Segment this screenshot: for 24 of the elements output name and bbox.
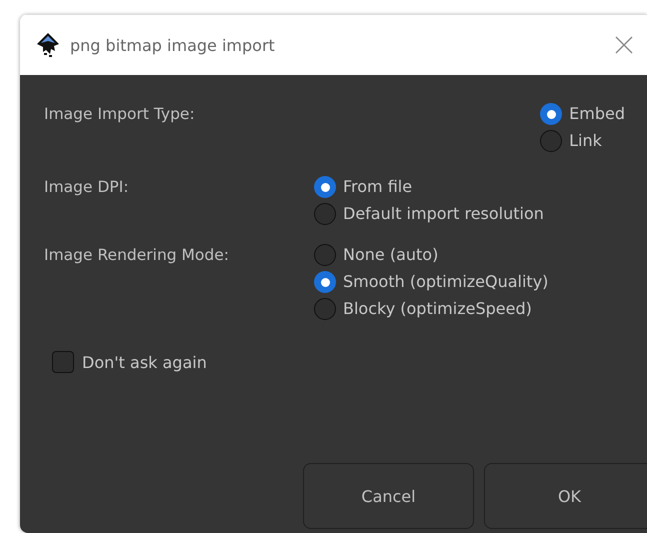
radio-button[interactable] — [314, 244, 336, 266]
radio-option[interactable]: Embed — [540, 103, 625, 125]
radio-option[interactable]: None (auto) — [314, 244, 625, 266]
window-title: png bitmap image import — [70, 36, 276, 54]
radio-button[interactable] — [314, 298, 336, 320]
radio-option[interactable]: Link — [540, 130, 625, 152]
option-label: Image DPI: — [44, 177, 130, 198]
radio-option[interactable]: Blocky (optimizeSpeed) — [314, 298, 625, 320]
ok-button[interactable]: OK — [484, 463, 647, 529]
radio-button[interactable] — [540, 130, 562, 152]
radio-option[interactable]: Smooth (optimizeQuality) — [314, 271, 625, 293]
radio-button[interactable] — [314, 203, 336, 225]
app-logo-icon — [36, 32, 60, 58]
radio-button[interactable] — [314, 271, 336, 293]
checkbox[interactable] — [52, 351, 74, 373]
option-label: Image Rendering Mode: — [44, 245, 230, 266]
radio-button[interactable] — [540, 103, 562, 125]
checkbox-label: Don't ask again — [82, 352, 207, 372]
close-icon[interactable] — [615, 36, 633, 54]
radio-button[interactable] — [314, 176, 336, 198]
option-label: Image Import Type: — [44, 104, 196, 125]
radio-option[interactable]: From file — [314, 176, 625, 198]
cancel-button[interactable]: Cancel — [303, 463, 474, 529]
radio-option[interactable]: Default import resolution — [314, 203, 625, 225]
